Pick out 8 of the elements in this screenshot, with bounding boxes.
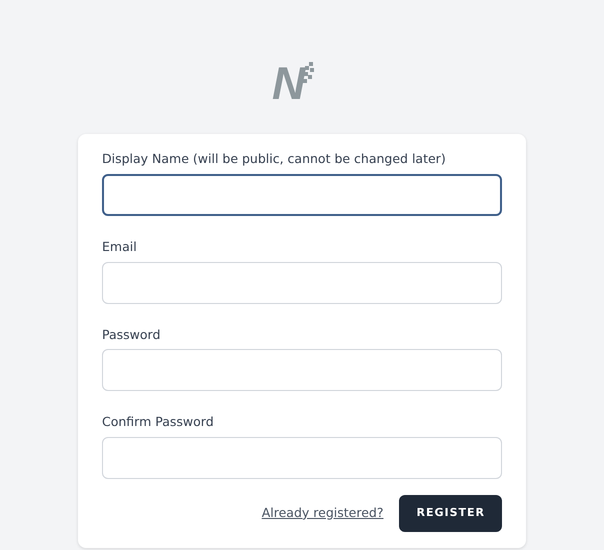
field-label: Confirm Password: [102, 413, 215, 432]
register-button[interactable]: REGISTER: [399, 495, 502, 532]
logo-text: N: [272, 60, 304, 106]
field-label: Email: [102, 238, 138, 256]
field-label: Password: [102, 326, 162, 344]
input-field[interactable]: [102, 174, 502, 216]
field-label: Display Name (will be public, cannot be changed later): [102, 150, 447, 168]
login-link[interactable]: Already registered?: [262, 504, 384, 523]
